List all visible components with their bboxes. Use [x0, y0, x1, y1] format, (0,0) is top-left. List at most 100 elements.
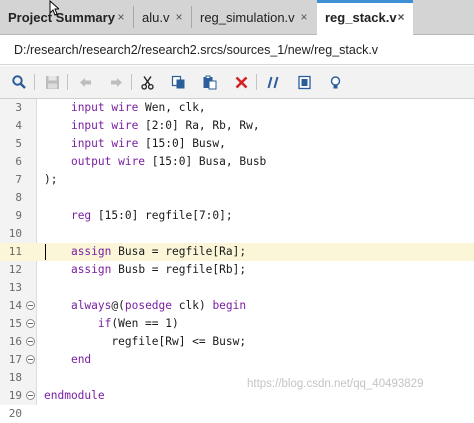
paste-icon[interactable] [198, 71, 220, 93]
code-line[interactable]: 10 [0, 225, 474, 243]
code-token: [15:0] regfile[7:0]; [91, 209, 233, 222]
code-text: regfile[Rw] <= Busw; [44, 333, 246, 351]
code-line[interactable]: 5 input wire [15:0] Busw, [0, 135, 474, 153]
tab-reg-simulation[interactable]: reg_simulation.v × [192, 0, 316, 34]
line-number: 9 [15, 209, 22, 222]
tab-project-summary[interactable]: Project Summary × [0, 0, 133, 34]
line-number: 15 [8, 317, 22, 330]
line-number: 7 [15, 173, 22, 186]
cut-icon[interactable] [136, 71, 158, 93]
lightbulb-icon[interactable] [324, 71, 346, 93]
close-icon[interactable]: × [115, 10, 127, 24]
code-line[interactable]: 8 [0, 189, 474, 207]
code-line[interactable]: 4 input wire [2:0] Ra, Rb, Rw, [0, 117, 474, 135]
tab-label: alu.v [142, 9, 170, 25]
code-line[interactable]: 3 input wire Wen, clk, [0, 99, 474, 117]
fold-toggle-icon[interactable] [26, 337, 35, 346]
code-line[interactable]: 16 regfile[Rw] <= Busw; [0, 333, 474, 351]
mouse-pointer-icon [49, 0, 61, 21]
code-text: if(Wen == 1) [44, 315, 179, 333]
code-text: ); [44, 171, 57, 189]
keyword: input wire [70, 137, 139, 150]
keyword: assign [70, 263, 112, 276]
code-token: [2:0] Ra, Rb, Rw, [138, 119, 260, 132]
code-text: assign Busa = regfile[Ra]; [44, 243, 246, 261]
keyword: begin [212, 299, 247, 312]
code-line[interactable]: 15 if(Wen == 1) [0, 315, 474, 333]
line-number: 18 [8, 371, 22, 384]
code-line[interactable]: 11 assign Busa = regfile[Ra]; [0, 243, 474, 261]
fold-toggle-icon[interactable] [26, 391, 35, 400]
line-number: 19 [8, 389, 22, 402]
close-icon[interactable]: × [173, 10, 185, 24]
keyword: if [97, 317, 112, 330]
fold-toggle-icon[interactable] [26, 319, 35, 328]
code-line[interactable]: 13 [0, 279, 474, 297]
code-line[interactable]: 20 [0, 405, 474, 423]
keyword: input wire [70, 119, 139, 132]
tab-alu[interactable]: alu.v × [134, 0, 191, 34]
code-text: output wire [15:0] Busa, Busb [44, 153, 266, 171]
keyword: always [70, 299, 112, 312]
code-text: input wire [2:0] Ra, Rb, Rw, [44, 117, 260, 135]
editor-tab-bar: Project Summary × alu.v × reg_simulation… [0, 0, 474, 35]
code-text: always@(posedge clk) begin [44, 297, 246, 315]
save-icon[interactable] [41, 71, 63, 93]
watermark: https://blog.csdn.net/qq_40493829 [247, 378, 424, 390]
close-icon[interactable]: × [298, 10, 310, 24]
code-text: assign Busb = regfile[Rb]; [44, 261, 246, 279]
line-number: 6 [15, 155, 22, 168]
fold-toggle-icon[interactable] [26, 355, 35, 364]
line-number: 11 [8, 245, 22, 258]
code-line[interactable]: 17 end [0, 351, 474, 369]
code-text: reg [15:0] regfile[7:0]; [44, 207, 233, 225]
line-number: 3 [15, 101, 22, 114]
keyword: posedge [124, 299, 173, 312]
undo-icon[interactable] [74, 71, 96, 93]
keyword: end [70, 353, 92, 366]
line-number: 8 [15, 191, 22, 204]
file-path: D:/research/research2/research2.srcs/sou… [0, 35, 474, 65]
block-icon[interactable] [293, 71, 315, 93]
close-icon[interactable]: × [395, 10, 407, 24]
tab-reg-stack[interactable]: reg_stack.v × [317, 0, 413, 35]
line-number: 17 [8, 353, 22, 366]
code-token: ); [44, 173, 58, 186]
copy-icon[interactable] [167, 71, 189, 93]
code-editor[interactable]: 3 input wire Wen, clk, 4 input wire [2:0]… [0, 99, 474, 420]
line-number: 13 [8, 281, 22, 294]
fold-toggle-icon[interactable] [26, 301, 35, 310]
line-number: 14 [8, 299, 22, 312]
code-token: Wen, clk, [138, 101, 206, 114]
code-line[interactable]: 12 assign Busb = regfile[Rb]; [0, 261, 474, 279]
search-icon[interactable] [8, 71, 30, 93]
delete-icon[interactable] [230, 71, 252, 93]
code-token: @( [111, 299, 125, 312]
code-token: [15:0] Busw, [138, 137, 226, 150]
code-line[interactable]: 6 output wire [15:0] Busa, Busb [0, 153, 474, 171]
keyword: endmodule [44, 389, 105, 402]
code-line[interactable]: 7); [0, 171, 474, 189]
line-number: 16 [8, 335, 22, 348]
editor-toolbar [0, 66, 474, 99]
code-line[interactable]: 9 reg [15:0] regfile[7:0]; [0, 207, 474, 225]
comment-icon[interactable] [262, 71, 284, 93]
code-token: [15:0] Busa, Busb [145, 155, 267, 168]
keyword: assign [70, 245, 112, 258]
code-line[interactable]: 14 always@(posedge clk) begin [0, 297, 474, 315]
keyword: reg [70, 209, 92, 222]
code-text: input wire [15:0] Busw, [44, 135, 226, 153]
line-number: 5 [15, 137, 22, 150]
code-text: input wire Wen, clk, [44, 99, 206, 117]
code-token: Busb = regfile[Rb]; [111, 263, 247, 276]
redo-icon[interactable] [105, 71, 127, 93]
